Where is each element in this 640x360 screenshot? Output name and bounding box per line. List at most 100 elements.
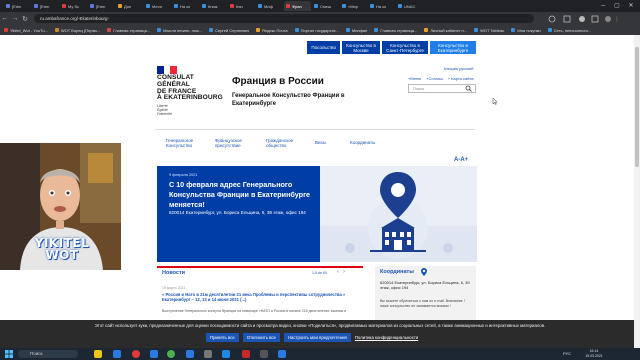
bookmark-item[interactable]: WOT Tableau bbox=[474, 28, 504, 33]
bookmark-item[interactable]: Яндекс Почта bbox=[255, 27, 288, 33]
reject-all-button[interactable]: Отклонить все bbox=[242, 333, 280, 342]
font-size-controls[interactable]: A-A+ bbox=[454, 157, 468, 163]
browser-tab[interactable]: На ко bbox=[368, 1, 395, 11]
bookmark-favicon-icon bbox=[547, 28, 552, 32]
contacts-title[interactable]: Координаты bbox=[380, 269, 414, 275]
bookmark-item[interactable]: Личный кабинет н... bbox=[424, 28, 467, 33]
input-language[interactable]: РУС bbox=[563, 351, 571, 356]
sitemap-link[interactable]: + Карта сайта bbox=[448, 76, 474, 81]
browser-tab[interactable]: UNAC bbox=[396, 1, 423, 11]
tab-favicon-icon bbox=[62, 4, 66, 8]
app-icon[interactable] bbox=[204, 350, 212, 358]
close-window-icon[interactable]: ✕ bbox=[624, 0, 638, 12]
tab-label: UNAC bbox=[404, 3, 416, 9]
bookmark-item[interactable]: Главная страница... bbox=[107, 28, 150, 33]
forward-icon[interactable]: → bbox=[10, 15, 20, 22]
browser-tab[interactable]: Доп bbox=[116, 1, 143, 11]
bookmark-item[interactable]: Мои покупки bbox=[511, 28, 541, 33]
app-icon[interactable] bbox=[242, 350, 250, 358]
word-icon[interactable] bbox=[150, 350, 158, 358]
bookmark-item[interactable]: Сеть, пенсионного... bbox=[547, 28, 591, 33]
browser-tab[interactable]: Меся bbox=[144, 1, 171, 11]
accept-all-button[interactable]: Принять все bbox=[206, 333, 239, 342]
browser-tab-strip: [Edm [Edm My Sc [Edm Доп Меся На ко Книж Кан Миф Ф… bbox=[0, 0, 640, 12]
back-icon[interactable]: ← bbox=[0, 15, 10, 22]
browser-tab[interactable]: Смеш bbox=[312, 1, 339, 11]
tab-label: My Sc bbox=[68, 3, 80, 9]
hero-banner[interactable]: 9 февраля 2021 С 10 февраля адрес Генера… bbox=[157, 166, 477, 262]
nav-moscow[interactable]: Консульство в Москве bbox=[342, 41, 380, 54]
tab-label: Кан bbox=[236, 3, 243, 9]
menu-visas[interactable]: Визы bbox=[315, 140, 333, 148]
telegram-icon[interactable] bbox=[222, 350, 230, 358]
bookmark-label: Сергей Сергеевич bbox=[215, 27, 249, 33]
bookmark-label: Главная страница... bbox=[113, 27, 151, 33]
browser-tab[interactable]: [Edm bbox=[4, 1, 31, 11]
nav-st-petersburg[interactable]: Консульство в Санкт-Петербурге bbox=[382, 41, 428, 54]
tab-favicon-icon bbox=[118, 4, 122, 8]
scrollbar-thumb[interactable] bbox=[635, 47, 639, 167]
cookie-settings-button[interactable]: Настроить мои предпочтения bbox=[283, 333, 351, 342]
taskbar-search[interactable]: Поиск bbox=[18, 350, 78, 358]
app-icon[interactable] bbox=[113, 350, 121, 358]
menu-civil-society[interactable]: Гражданское общество bbox=[266, 138, 298, 148]
system-clock[interactable]: 16:14 19.03.2021 bbox=[582, 349, 606, 359]
agreements-link[interactable]: +Соглаш bbox=[426, 76, 443, 81]
bookmark-item[interactable]: Портал государств... bbox=[294, 28, 339, 33]
minimize-icon[interactable]: ─ bbox=[596, 0, 610, 12]
browser-tab[interactable]: My Sc bbox=[60, 1, 87, 11]
bookmark-item[interactable]: Мысли печать, нож... bbox=[157, 28, 202, 33]
bookmark-item[interactable]: WOT Борец (Перво... bbox=[54, 28, 100, 33]
nav-ekaterinburg[interactable]: Консульство в Екатеринбурге bbox=[430, 41, 476, 54]
privacy-policy-link[interactable]: Политика конфиденциальности bbox=[355, 333, 418, 342]
language-switch[interactable]: français русский bbox=[444, 66, 473, 71]
page-scrollbar[interactable] bbox=[634, 35, 640, 349]
bookmark-label: WOT Tableau bbox=[480, 27, 505, 33]
bookmark-item[interactable]: Минфин bbox=[345, 28, 367, 33]
opera-icon[interactable] bbox=[132, 350, 140, 358]
search-icon[interactable] bbox=[465, 85, 473, 92]
browser-tab[interactable]: Миф bbox=[256, 1, 283, 11]
motto-line: Fraternité bbox=[157, 112, 172, 116]
menu-link[interactable]: +Меню bbox=[408, 76, 421, 81]
consulate-logo-text[interactable]: CONSULAT GÉNÉRAL DE FRANCE À EKATERINBOU… bbox=[157, 74, 223, 102]
browser-tab[interactable]: [Edm bbox=[32, 1, 59, 11]
bookmark-item[interactable]: Сергей Сергеевич bbox=[209, 28, 249, 33]
bookmark-favicon-icon bbox=[294, 28, 299, 32]
menu-consulate[interactable]: Генеральное Консульство bbox=[166, 138, 198, 148]
url-bar[interactable]: ru.ambafrance.org/-Ekaterinbourg- bbox=[34, 14, 534, 23]
site-subtitle: Генеральное Консульство Франции в Екатер… bbox=[232, 93, 345, 107]
bookmark-label: Яндекс Почта bbox=[261, 27, 288, 33]
sidepanel-icon bbox=[591, 15, 599, 23]
app-icon[interactable] bbox=[260, 350, 268, 358]
republic-motto: Liberté Égalité Fraternité bbox=[157, 104, 172, 116]
next-arrow-icon[interactable]: › bbox=[343, 269, 345, 275]
maximize-icon[interactable]: ▢ bbox=[610, 0, 624, 12]
bookmark-item[interactable]: Главная страница... bbox=[374, 28, 417, 33]
app-icon[interactable] bbox=[278, 350, 286, 358]
app-icon[interactable] bbox=[186, 350, 194, 358]
browser-tab[interactable]: [Edm bbox=[88, 1, 115, 11]
tab-label: «Мир bbox=[348, 3, 359, 9]
news-arrows[interactable]: ‹ › bbox=[337, 269, 345, 275]
hero-title[interactable]: С 10 февраля адрес Генерального Консульс… bbox=[169, 180, 319, 210]
tab-favicon-icon bbox=[342, 4, 346, 8]
browser-tab[interactable]: На ко bbox=[172, 1, 199, 11]
reload-icon[interactable]: ↻ bbox=[20, 15, 30, 23]
menu-coordinates[interactable]: Координаты bbox=[350, 140, 375, 148]
file-explorer-icon[interactable] bbox=[94, 350, 102, 358]
bookmark-favicon-icon bbox=[157, 28, 162, 32]
news-title[interactable]: Новости bbox=[162, 270, 185, 276]
nav-embassy[interactable]: Посольство bbox=[307, 41, 340, 54]
browser-tab[interactable]: «Мир bbox=[340, 1, 367, 11]
news-item-title[interactable]: « Россия и Нато в 21м десятилетии 21 век… bbox=[162, 292, 362, 302]
prev-arrow-icon[interactable]: ‹ bbox=[337, 269, 339, 275]
tab-favicon-icon bbox=[90, 4, 94, 8]
menu-french-presence[interactable]: Французское присутствие bbox=[215, 138, 249, 148]
browser-tab[interactable]: Кан bbox=[228, 1, 255, 11]
browser-tab[interactable]: Фран bbox=[284, 1, 311, 11]
windows-start-icon[interactable] bbox=[5, 350, 13, 358]
bookmark-item[interactable]: Yikitel_Wot - YouTu... bbox=[4, 28, 48, 33]
chrome-icon[interactable] bbox=[167, 350, 175, 358]
browser-tab[interactable]: Книж bbox=[200, 1, 227, 11]
